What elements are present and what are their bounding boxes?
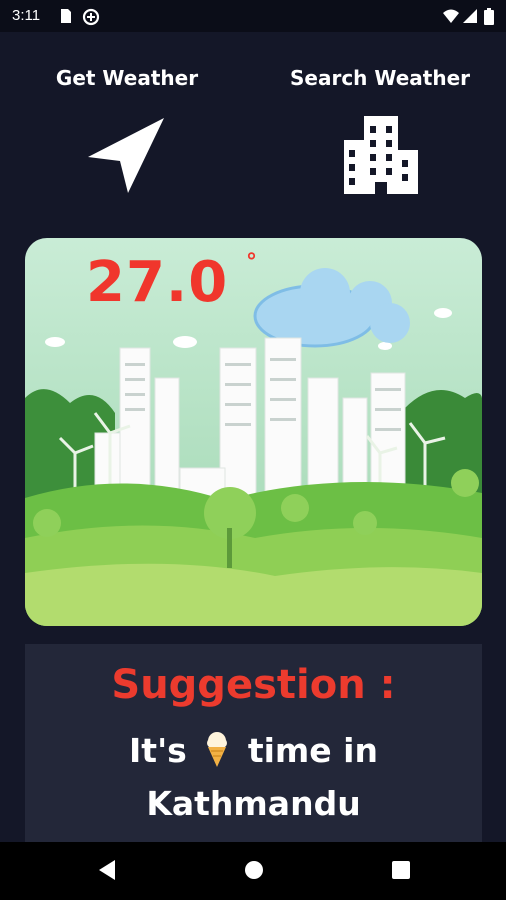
navigation-bar (0, 842, 506, 900)
status-time: 3:11 (12, 7, 41, 24)
wifi-icon (443, 9, 459, 23)
get-weather-label: Get Weather (55, 66, 199, 90)
battery-icon (484, 8, 494, 25)
home-icon[interactable] (242, 857, 266, 883)
navigation-arrow-icon[interactable] (86, 115, 166, 195)
back-icon[interactable] (95, 857, 117, 883)
ice-cream-icon (207, 732, 228, 767)
suggestion-city: Kathmandu (146, 784, 361, 823)
data-saver-icon (82, 8, 100, 26)
degree-symbol: ° (246, 250, 257, 275)
search-weather-label: Search Weather (289, 66, 471, 90)
suggestion-text-after: time in (247, 731, 378, 770)
suggestion-panel: Suggestion : It's time in Kathmandu (25, 644, 482, 844)
status-bar: 3:11 (0, 0, 506, 32)
cell-signal-icon (463, 9, 477, 23)
suggestion-text-before: It's (129, 731, 187, 770)
suggestion-text: It's time in Kathmandu (65, 724, 442, 830)
sim-card-icon (61, 9, 71, 23)
suggestion-title: Suggestion : (111, 662, 396, 708)
temperature-value: 27.0 (86, 250, 229, 315)
city-building-icon[interactable] (340, 112, 420, 194)
recents-icon[interactable] (389, 857, 413, 883)
